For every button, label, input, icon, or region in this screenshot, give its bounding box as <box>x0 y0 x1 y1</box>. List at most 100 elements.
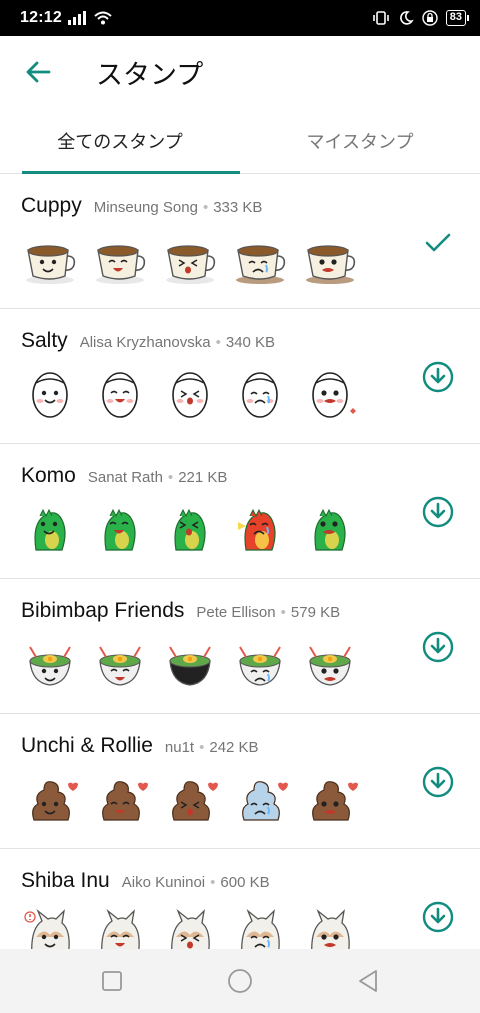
sticker-image <box>102 781 148 821</box>
pack-size: 579 KB <box>290 604 341 621</box>
sticker-image <box>24 908 70 949</box>
pack-author: nu1t <box>164 739 195 756</box>
sticker-image <box>238 508 276 551</box>
sticker-image <box>32 372 68 418</box>
pack-author: Aiko Kuninoi <box>121 874 206 891</box>
moon-icon <box>399 11 414 25</box>
pack-meta: nu1t • 242 KB <box>165 739 259 756</box>
vibrate-icon <box>372 11 389 25</box>
sticker-image <box>236 245 286 284</box>
sticker-pack-list: Cuppy Minseung Song • 333 KB Salty Alisa… <box>0 174 480 949</box>
signal-icon <box>67 11 86 25</box>
pack-name: Salty <box>21 329 68 352</box>
sticker-image <box>29 646 71 686</box>
triangle-icon <box>359 970 377 992</box>
pack-size: 340 KB <box>225 334 276 351</box>
pack-size: 600 KB <box>220 874 270 891</box>
tab-label: マイスタンプ <box>306 131 414 153</box>
pack-name: Komo <box>21 464 76 487</box>
pack-author: Alisa Kryzhanovska <box>79 334 211 351</box>
pack-size: 333 KB <box>213 199 263 216</box>
sticker-preview-strip <box>22 907 358 949</box>
pack-name: Bibimbap Friends <box>21 599 185 622</box>
sticker-pack-row[interactable]: Cuppy Minseung Song • 333 KB <box>0 174 480 309</box>
lock-icon <box>422 10 438 26</box>
sticker-image <box>169 646 211 686</box>
wifi-icon <box>94 11 112 25</box>
separator-dot: • <box>202 199 209 216</box>
sticker-image <box>312 372 356 418</box>
sticker-store-screen: 12:12 83 スタンプ 全てのスタンプ マイスタンプ Cuppy Minse… <box>0 0 480 1013</box>
page-title: スタンプ <box>96 59 204 91</box>
sticker-image <box>172 372 208 418</box>
pack-name: Cuppy <box>21 194 82 217</box>
separator-dot: • <box>280 604 286 621</box>
pack-header: Komo Sanat Rath • 221 KB <box>21 464 227 488</box>
sticker-image <box>239 646 281 686</box>
pack-meta: Pete Ellison • 579 KB <box>196 604 340 621</box>
pack-meta: Minseung Song • 333 KB <box>94 199 263 216</box>
separator-dot: • <box>215 334 221 351</box>
sticker-image <box>102 372 138 418</box>
download-icon[interactable] <box>422 901 454 933</box>
pack-meta: Aiko Kuninoi • 600 KB <box>122 874 270 891</box>
sticker-image <box>172 781 218 821</box>
sticker-preview-strip <box>22 772 358 828</box>
home-button[interactable] <box>225 966 255 996</box>
download-icon[interactable] <box>422 361 454 393</box>
tab-bar: 全てのスタンプ マイスタンプ <box>0 108 480 174</box>
pack-author: Minseung Song <box>93 199 198 216</box>
sticker-preview-strip <box>22 637 358 693</box>
circle-icon <box>228 969 252 993</box>
sticker-image <box>241 908 280 949</box>
sticker-image <box>101 908 140 949</box>
download-icon[interactable] <box>422 496 454 528</box>
tab-label: 全てのスタンプ <box>57 131 183 153</box>
pack-author: Pete Ellison <box>196 604 276 621</box>
separator-dot: • <box>199 739 205 756</box>
recents-button[interactable] <box>97 966 127 996</box>
sticker-preview-strip <box>22 502 358 558</box>
navigation-bar <box>0 949 480 1013</box>
pack-header: Salty Alisa Kryzhanovska • 340 KB <box>21 329 275 353</box>
arrow-back-icon <box>26 61 51 83</box>
sticker-image <box>26 245 76 284</box>
sticker-image <box>96 245 146 284</box>
battery-indicator: 83 <box>445 10 470 26</box>
download-icon[interactable] <box>422 631 454 663</box>
tab-all-stickers[interactable]: 全てのスタンプ <box>0 108 240 174</box>
sticker-preview-strip <box>22 367 358 423</box>
sticker-pack-row[interactable]: Shiba Inu Aiko Kuninoi • 600 KB <box>0 849 480 949</box>
pack-size: 221 KB <box>178 469 228 486</box>
pack-name: Unchi & Rollie <box>21 734 153 757</box>
pack-header: Bibimbap Friends Pete Ellison • 579 KB <box>21 599 340 623</box>
sticker-pack-row[interactable]: Bibimbap Friends Pete Ellison • 579 KB <box>0 579 480 714</box>
separator-dot: • <box>210 874 216 891</box>
check-icon[interactable] <box>422 226 454 258</box>
download-icon[interactable] <box>422 766 454 798</box>
pack-header: Cuppy Minseung Song • 333 KB <box>21 194 262 218</box>
sticker-image <box>306 245 356 284</box>
sticker-image <box>171 908 210 949</box>
pack-meta: Alisa Kryzhanovska • 340 KB <box>80 334 275 351</box>
sticker-image <box>311 908 350 949</box>
pack-author: Sanat Rath <box>87 469 163 486</box>
pack-size: 242 KB <box>209 739 259 756</box>
pack-header: Unchi & Rollie nu1t • 242 KB <box>21 734 259 758</box>
sticker-image <box>309 646 351 686</box>
tab-my-stickers[interactable]: マイスタンプ <box>240 108 480 173</box>
sticker-pack-row[interactable]: Komo Sanat Rath • 221 KB <box>0 444 480 579</box>
pack-header: Shiba Inu Aiko Kuninoi • 600 KB <box>21 869 270 893</box>
app-bar: スタンプ <box>0 36 480 108</box>
sticker-image <box>314 508 346 551</box>
status-time: 12:12 <box>20 9 62 26</box>
back-nav-button[interactable] <box>353 966 383 996</box>
sticker-pack-row[interactable]: Salty Alisa Kryzhanovska • 340 KB <box>0 309 480 444</box>
sticker-image <box>104 508 136 551</box>
pack-meta: Sanat Rath • 221 KB <box>88 469 228 486</box>
sticker-pack-row[interactable]: Unchi & Rollie nu1t • 242 KB <box>0 714 480 849</box>
sticker-preview-strip <box>22 232 358 288</box>
separator-dot: • <box>167 469 174 486</box>
sticker-image <box>32 781 78 821</box>
back-button[interactable] <box>18 52 58 92</box>
